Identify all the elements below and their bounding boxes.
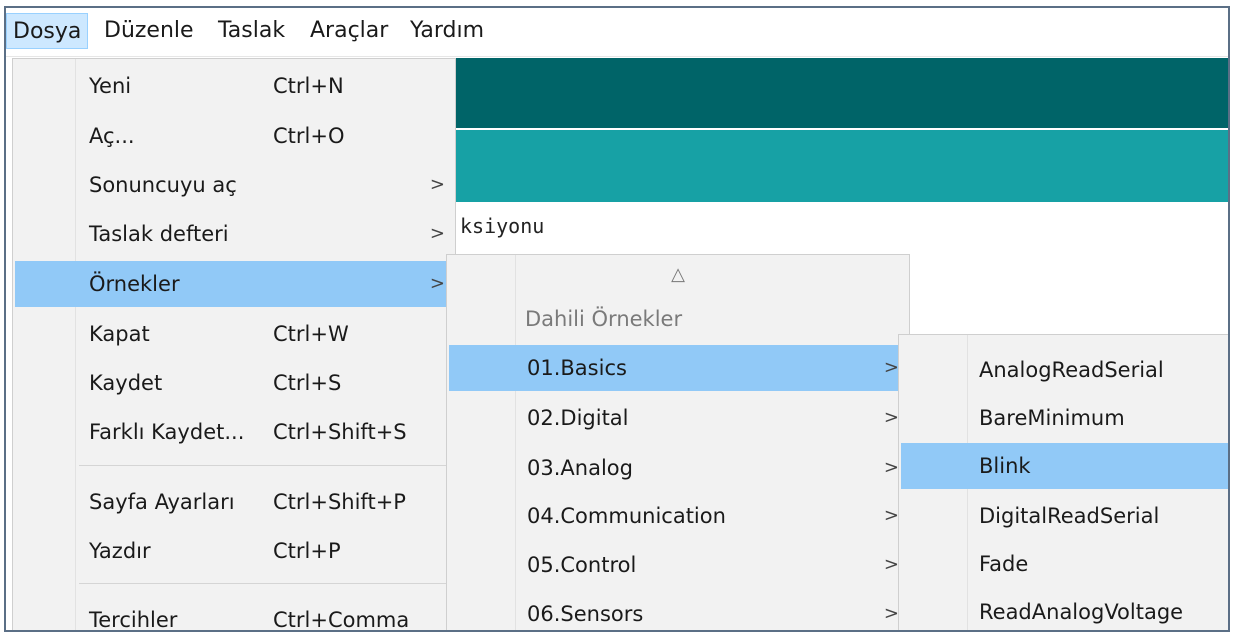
menu-item-shortcut: Ctrl+Comma [273,608,410,632]
menu-dosya[interactable]: Dosya [6,13,89,49]
builtin-examples-header: Dahili Örnekler [525,307,683,331]
menu-item-taslak-defteri[interactable]: Taslak defteri > [15,211,453,257]
menu-duzenle[interactable]: Düzenle [98,13,200,49]
menu-item-label: Tercihler [89,608,178,632]
toolbar-dark [456,58,1228,128]
chevron-right-icon: > [883,357,899,378]
menu-item-yeni[interactable]: Yeni Ctrl+N [15,63,453,109]
menu-item-label: Blink [979,454,1031,478]
sketch-tab-bar [456,130,1228,202]
menu-item-bareminimum[interactable]: BareMinimum [901,395,1228,441]
menu-yardim[interactable]: Yardım [404,13,490,49]
menu-item-label: Örnekler [89,272,180,296]
menu-separator [79,583,447,584]
menu-item-sayfa-ayarlari[interactable]: Sayfa Ayarları Ctrl+Shift+P [15,479,453,525]
menu-item-ornekler[interactable]: Örnekler > [15,261,453,307]
menu-item-label: ReadAnalogVoltage [979,600,1184,624]
menu-item-label: Sonuncuyu aç [89,173,237,197]
chevron-right-icon: > [883,407,899,428]
menu-item-label: Taslak defteri [89,222,229,246]
menu-bar: Dosya Düzenle Taslak Araçlar Yardım [6,8,1228,57]
menu-item-analogreadserial[interactable]: AnalogReadSerial [901,347,1228,393]
menu-item-tercihler[interactable]: Tercihler Ctrl+Comma [15,597,453,632]
menu-item-01-basics[interactable]: 01.Basics > [449,345,907,391]
menu-item-label: 01.Basics [527,356,627,380]
menu-item-shortcut: Ctrl+S [273,371,342,395]
chevron-right-icon: > [429,273,445,294]
menu-taslak[interactable]: Taslak [212,13,291,49]
menu-item-label: Kaydet [89,371,163,395]
code-text: ksiyonu [460,214,545,238]
menu-item-readanalogvoltage[interactable]: ReadAnalogVoltage [901,589,1228,630]
menu-item-ac[interactable]: Aç... Ctrl+O [15,113,453,159]
menu-item-shortcut: Ctrl+W [273,322,349,346]
menu-item-label: 05.Control [527,553,637,577]
basics-submenu: AnalogReadSerial BareMinimum Blink Digit… [898,334,1228,630]
file-menu: Yeni Ctrl+N Aç... Ctrl+O Sonuncuyu aç > … [12,58,456,632]
menu-item-label: Fade [979,552,1029,576]
menu-item-label: Kapat [89,322,150,346]
menu-item-04-communication[interactable]: 04.Communication > [449,493,907,539]
menu-item-fade[interactable]: Fade [901,541,1228,587]
menu-item-yazdir[interactable]: Yazdır Ctrl+P [15,528,453,574]
menu-item-label: Yazdır [89,539,151,563]
menu-item-shortcut: Ctrl+N [273,74,344,98]
chevron-right-icon: > [883,554,899,575]
menu-item-blink[interactable]: Blink [901,443,1228,489]
chevron-right-icon: > [883,505,899,526]
menu-item-label: Aç... [89,124,135,148]
menu-item-kapat[interactable]: Kapat Ctrl+W [15,311,453,357]
menu-item-kaydet[interactable]: Kaydet Ctrl+S [15,360,453,406]
menu-separator [79,465,447,466]
menu-item-sonuncuyu-ac[interactable]: Sonuncuyu aç > [15,162,453,208]
menu-item-shortcut: Ctrl+P [273,539,341,563]
menu-item-05-control[interactable]: 05.Control > [449,542,907,588]
examples-submenu: △ Dahili Örnekler 01.Basics > 02.Digital… [446,254,910,630]
chevron-right-icon: > [883,457,899,478]
menu-araclar[interactable]: Araçlar [304,13,394,49]
menu-item-digitalreadserial[interactable]: DigitalReadSerial [901,493,1228,539]
menu-item-label: DigitalReadSerial [979,504,1160,528]
menu-item-farkli-kaydet[interactable]: Farklı Kaydet... Ctrl+Shift+S [15,409,453,455]
menu-item-label: Yeni [89,74,132,98]
menu-item-label: 02.Digital [527,406,629,430]
chevron-right-icon: > [883,603,899,624]
menu-item-label: AnalogReadSerial [979,358,1164,382]
menu-item-label: BareMinimum [979,406,1125,430]
chevron-right-icon: > [429,223,445,244]
menu-item-shortcut: Ctrl+Shift+S [273,420,407,444]
menu-item-06-sensors[interactable]: 06.Sensors > [449,591,907,630]
triangle-up-icon[interactable]: △ [447,261,909,289]
menu-item-03-analog[interactable]: 03.Analog > [449,445,907,491]
menu-item-label: 04.Communication [527,504,726,528]
ide-window: Dosya Düzenle Taslak Araçlar Yardım ksiy… [4,6,1230,632]
menu-item-label: Sayfa Ayarları [89,490,235,514]
chevron-right-icon: > [429,174,445,195]
menu-item-02-digital[interactable]: 02.Digital > [449,395,907,441]
menu-item-shortcut: Ctrl+O [273,124,345,148]
menu-item-label: Farklı Kaydet... [89,420,245,444]
menu-item-shortcut: Ctrl+Shift+P [273,490,406,514]
menu-item-label: 03.Analog [527,456,633,480]
menu-item-label: 06.Sensors [527,602,644,626]
